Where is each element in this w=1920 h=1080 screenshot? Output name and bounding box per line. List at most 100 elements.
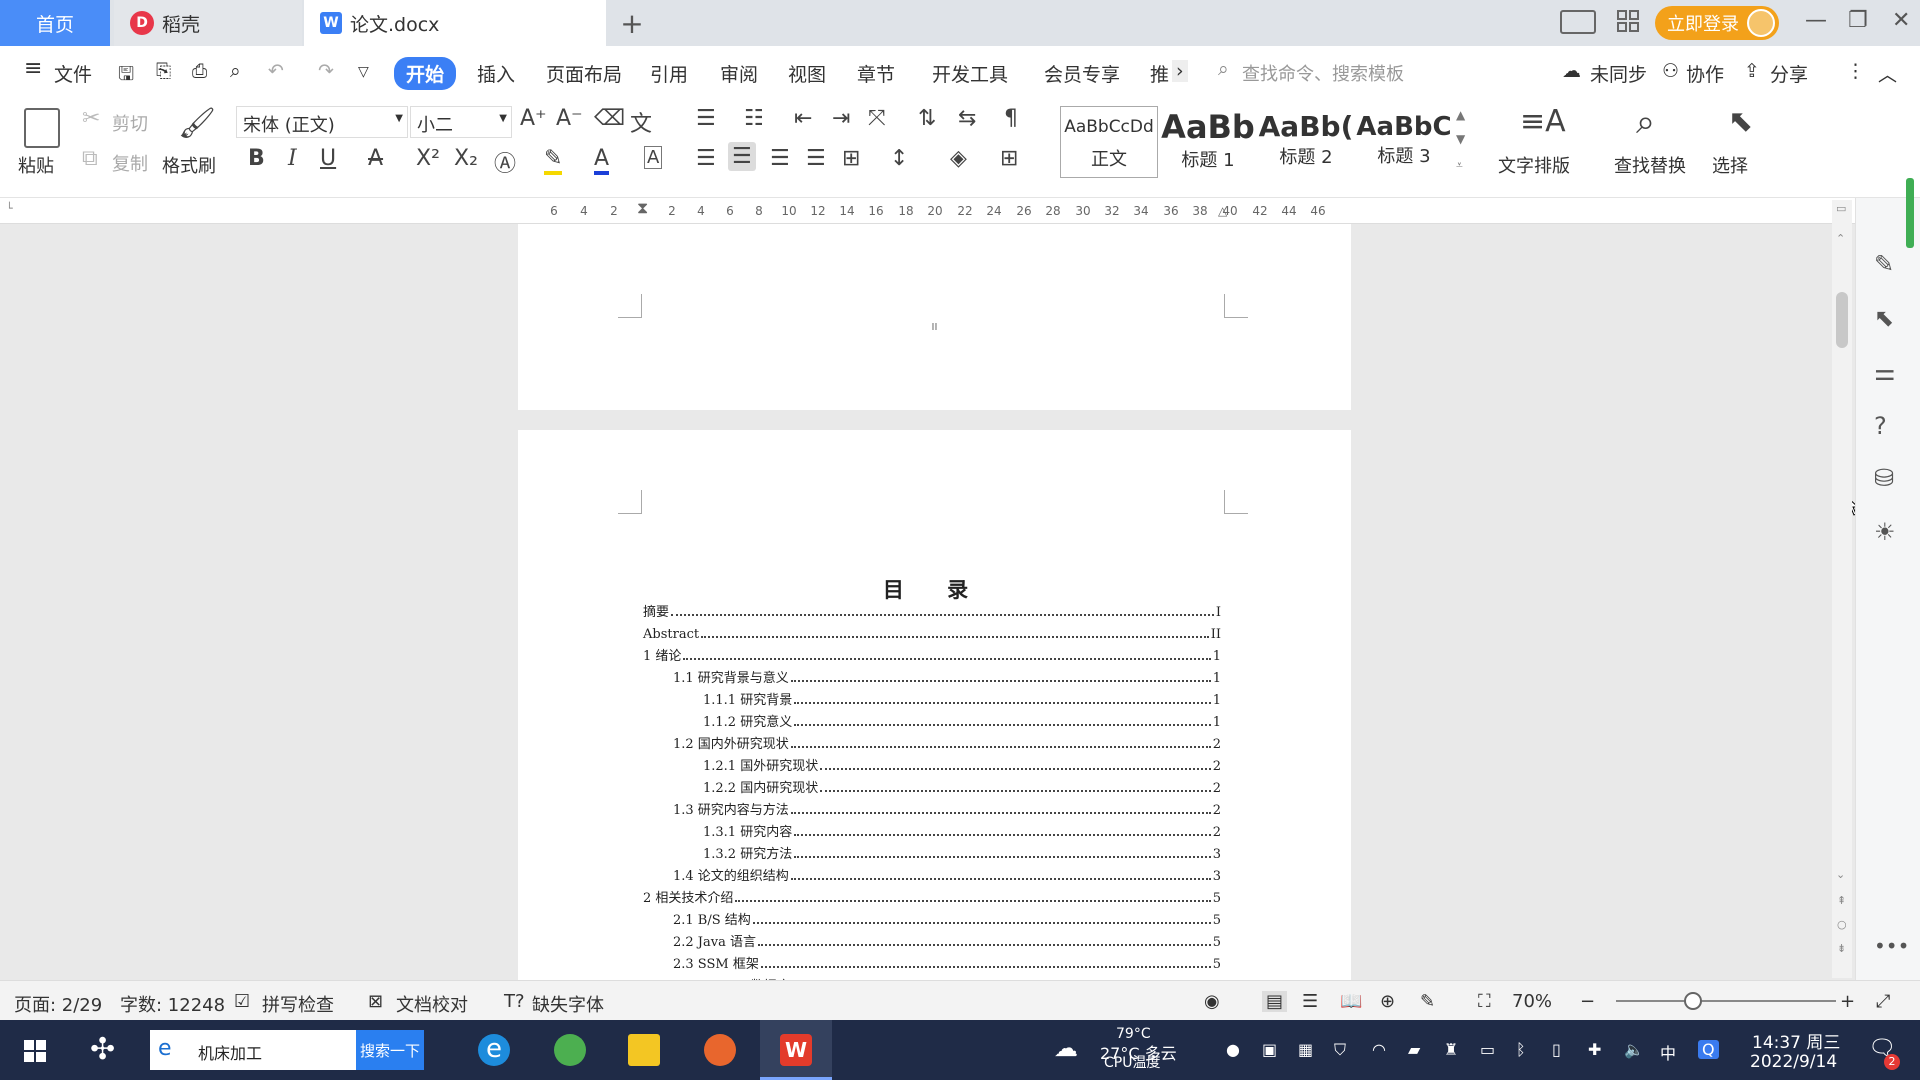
style-heading1[interactable]: AaBb 标题 1 [1160,106,1256,178]
right-indent-marker-icon[interactable]: △ [1218,204,1227,218]
style-normal[interactable]: AaBbCcDd 正文 [1060,106,1158,178]
web-view-icon[interactable]: ⊕ [1380,991,1395,1012]
distribute-icon[interactable]: ⊞ [842,146,860,171]
menu-start[interactable]: 开始 [394,57,457,90]
wifi-icon[interactable]: ◠ [1372,1040,1386,1059]
sort-icon[interactable]: ⇅ [918,106,936,131]
usb-icon[interactable]: ▯ [1552,1040,1561,1059]
help-icon[interactable]: ? [1874,412,1887,440]
page-indicator[interactable]: 页面: 2/29 [14,991,102,1017]
zoom-slider[interactable] [1616,1000,1836,1002]
tray-icon-4[interactable]: ♜ [1444,1040,1458,1059]
menu-review[interactable]: 审阅 [720,60,758,87]
toc-entry[interactable]: 1.2.1 国外研究现状 2 [703,754,1221,774]
proofread-button[interactable]: 文档校对 [396,991,468,1017]
styles-scroll-up-icon[interactable]: ▲ [1456,108,1465,122]
more-tools-icon[interactable]: ••• [1874,934,1909,958]
next-page-icon[interactable]: ⇟ [1837,942,1846,955]
toc-entry[interactable]: 摘要 I [643,600,1221,620]
superscript-icon[interactable]: X² [416,146,440,171]
sync-status[interactable]: 未同步 [1590,60,1647,87]
tray-icon-2[interactable]: ▣ [1262,1040,1277,1059]
green-side-tab[interactable] [1906,178,1914,248]
chinese-layout-icon[interactable]: ⤧ [868,106,886,131]
tab-document[interactable]: W 论文.docx [304,0,606,46]
char-border-icon[interactable]: A [644,146,663,169]
tab-stop-selector-icon[interactable]: └ [6,202,13,215]
paste-button[interactable]: 粘贴 [18,152,54,178]
toc-entry[interactable]: 1.2.2 国内研究现状 2 [703,776,1221,796]
zoom-level[interactable]: 70% [1512,991,1552,1012]
toc-entry[interactable]: 1.3.2 研究方法 3 [703,842,1221,862]
fullscreen-icon[interactable]: ⤢ [1876,991,1890,1012]
styles-expand-icon[interactable]: ⩡ [1456,158,1463,173]
toc-entry[interactable]: 1.2 国内外研究现状 2 [673,732,1221,752]
cursor-select-icon[interactable]: ⬉ [1874,304,1894,332]
increase-indent-icon[interactable]: ⇥ [832,106,850,131]
edit-pen-icon[interactable]: ✎ [1874,250,1894,278]
collab-button[interactable]: 协作 [1686,60,1724,87]
bullet-list-icon[interactable]: ☰ [696,106,716,131]
horizontal-ruler[interactable]: └ 6 4 2 2 4 6 8 10 12 14 16 18 20 22 24 26 28 30 32 34 36 38 4… [0,198,1855,224]
underline-icon[interactable]: U [320,146,336,171]
collapse-ribbon-icon[interactable]: ︿ [1878,60,1897,87]
paste-icon[interactable] [24,108,60,148]
bold-icon[interactable]: B [248,146,265,171]
toc-entry[interactable]: 1.1 研究背景与意义 1 [673,666,1221,686]
toc-entry[interactable]: 2.1 B/S 结构 5 [673,908,1221,928]
toc-entry[interactable]: Abstract II [643,622,1221,642]
volume-icon[interactable]: 🔈 [1624,1040,1644,1059]
scroll-up-icon[interactable]: ⌃ [1836,232,1845,245]
align-left-icon[interactable]: ☰ [696,146,716,171]
zoom-in-icon[interactable]: + [1840,991,1855,1012]
menu-member[interactable]: 会员专享 [1044,60,1120,87]
nvidia-icon[interactable]: ▰ [1408,1040,1420,1059]
toc-entry[interactable]: 2 相关技术介绍 5 [643,886,1221,906]
redo-icon[interactable]: ↷ [318,60,334,82]
lightbulb-icon[interactable]: ☀ [1874,518,1896,546]
close-icon[interactable]: ✕ [1892,8,1910,33]
menu-view[interactable]: 视图 [788,60,826,87]
clear-format-icon[interactable]: ⌫ [594,106,625,131]
shrink-font-icon[interactable]: A⁻ [556,106,583,131]
line-spacing-icon[interactable]: ↕ [890,146,908,171]
font-size-select[interactable]: 小二 ▼ [410,106,512,138]
menu-insert[interactable]: 插入 [477,60,515,87]
clock-date[interactable]: 2022/9/14 [1750,1052,1837,1072]
italic-icon[interactable]: I [288,146,297,171]
toc-entry[interactable]: 1.1.2 研究意义 1 [703,710,1221,730]
text-direction-icon[interactable]: ⇆ [958,106,976,131]
share-button[interactable]: 分享 [1770,60,1808,87]
toc-entry[interactable]: 2.3 SSM 框架 5 [673,952,1221,972]
360-browser-icon[interactable] [554,1034,586,1066]
taskbar-wps-active[interactable]: W [760,1020,832,1080]
align-right-icon[interactable]: ☰ [770,146,790,171]
command-search-input[interactable]: 查找命令、搜索模板 [1242,60,1404,86]
menu-references[interactable]: 引用 [650,60,688,87]
battery-icon[interactable]: ▭ [1480,1040,1495,1059]
vertical-scrollbar[interactable]: ▭ ⌃ ⌄ ⇞ ○ ⇟ [1832,200,1852,978]
taskbar-search-box[interactable]: e 机床加工 [150,1030,356,1070]
minimize-icon[interactable]: — [1805,8,1827,33]
restore-icon[interactable]: ❐ [1848,8,1868,33]
font-color-icon[interactable]: A [594,146,610,175]
scroll-down-icon[interactable]: ⌄ [1836,868,1845,881]
outline-view-icon[interactable]: ☰ [1302,991,1318,1012]
prev-page-icon[interactable]: ⇞ [1837,894,1846,907]
page-view-icon[interactable]: ▤ [1262,991,1288,1012]
tray-icon-5[interactable]: ✚ [1588,1040,1601,1059]
tray-icon-1[interactable]: ● [1226,1040,1240,1059]
format-painter-button[interactable]: 格式刷 [162,152,216,178]
justify-icon[interactable]: ☰ [806,146,826,171]
apps-grid-icon[interactable] [1616,9,1640,33]
shading-icon[interactable]: ◈ [950,146,967,171]
left-indent-marker-icon[interactable]: ⧗ [637,198,648,218]
fit-page-icon[interactable]: ⛶ [1478,991,1491,1012]
phonetic-guide-icon[interactable]: 文 [630,106,652,138]
reading-mode-icon[interactable] [1560,10,1596,34]
tab-daoke[interactable]: D 稻壳 [114,0,302,46]
menu-file[interactable]: 文件 [54,60,92,87]
menu-chapter[interactable]: 章节 [857,60,895,87]
styles-scroll-down-icon[interactable]: ▼ [1456,132,1465,146]
align-center-icon[interactable]: ☰ [728,142,756,171]
